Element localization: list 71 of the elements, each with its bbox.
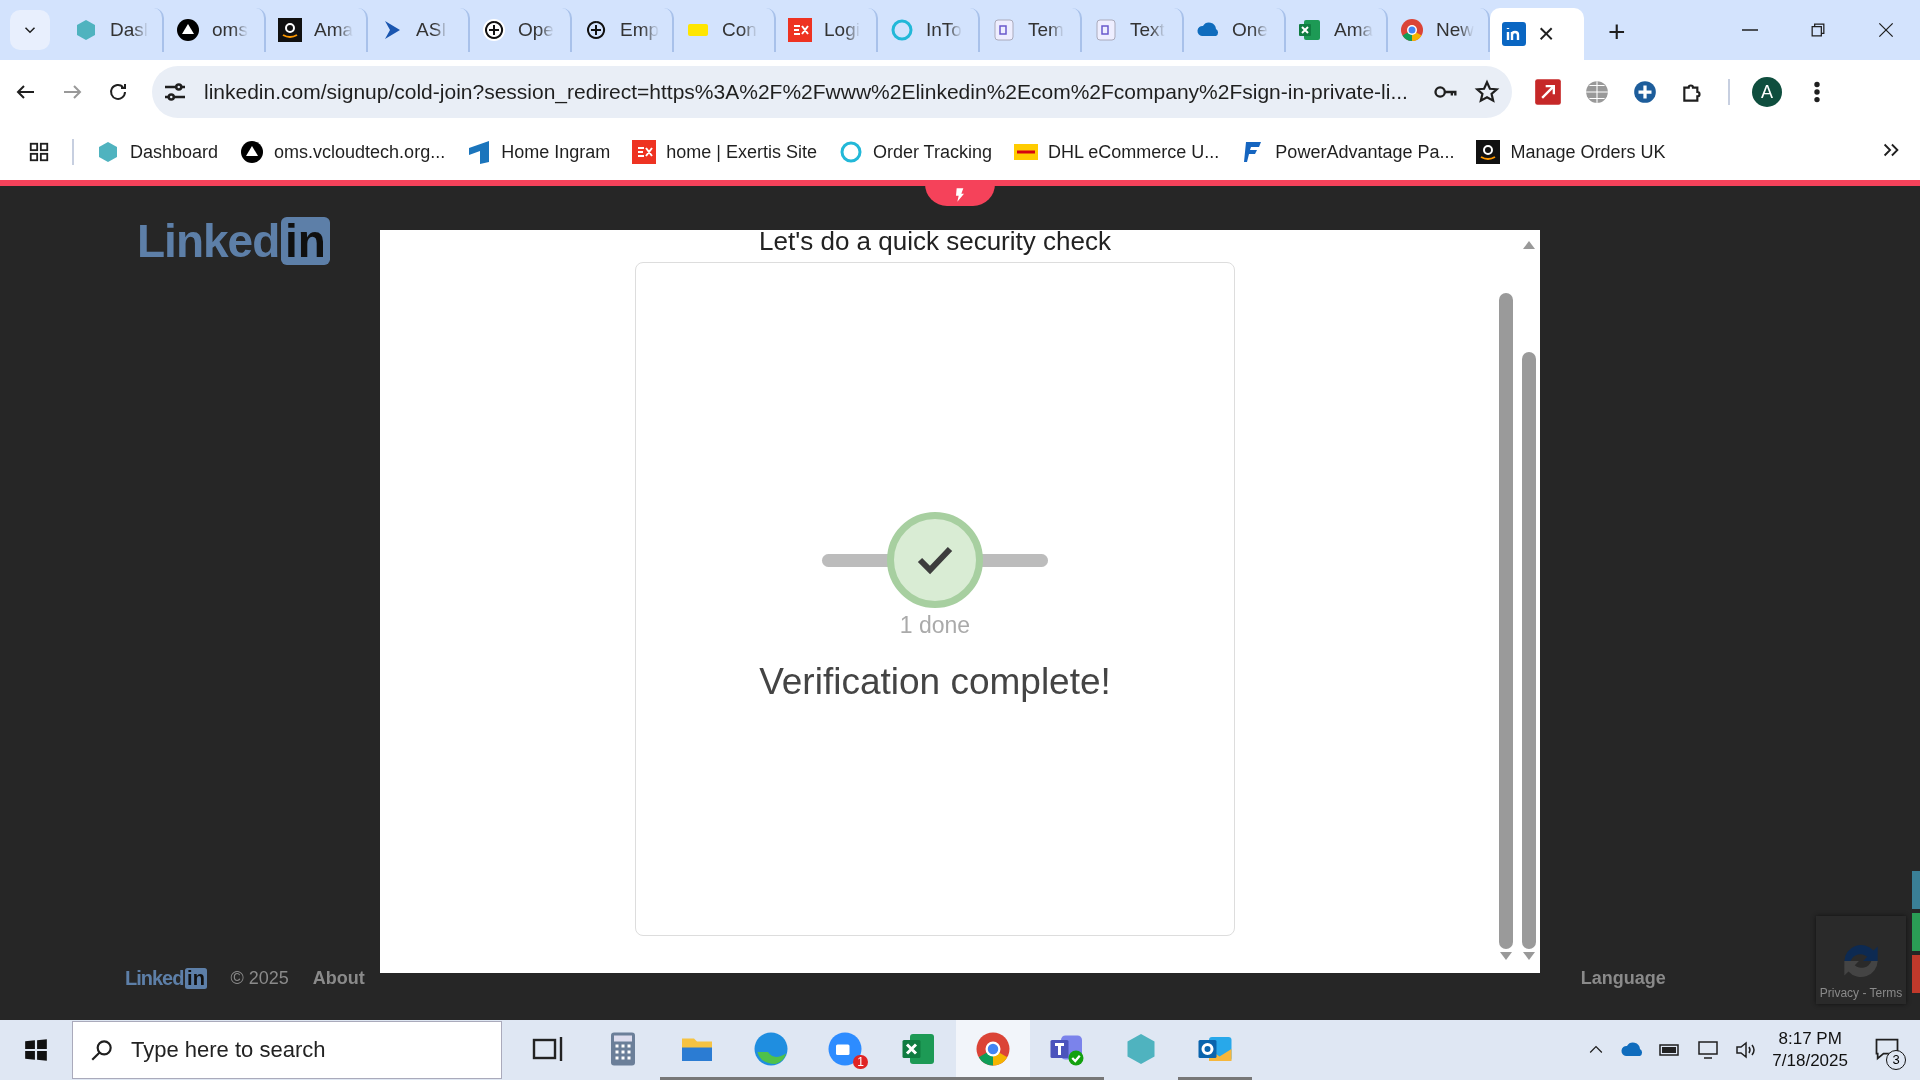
clock-date: 7/18/2025 [1772, 1051, 1848, 1071]
plus-circle-icon [1632, 79, 1658, 105]
logo-icon [788, 18, 812, 42]
browser-tab[interactable]: One [1184, 8, 1286, 52]
linkedin-icon [1502, 22, 1526, 46]
browser-tab[interactable]: Con [674, 8, 776, 52]
logo-badge: in [281, 216, 330, 266]
recaptcha-links[interactable]: Privacy - Terms [1819, 986, 1903, 1000]
document-icon [992, 18, 1016, 42]
notifications-button[interactable]: 3 [1862, 1025, 1912, 1075]
close-icon [1876, 20, 1896, 40]
network-icon [1696, 1038, 1721, 1062]
scrollbar-thumb[interactable] [1498, 293, 1513, 949]
hexagon-icon [96, 140, 120, 164]
browser-icon [753, 1030, 789, 1067]
browser-tab[interactable]: ASI [368, 8, 470, 52]
spreadsheet-icon [1298, 18, 1322, 42]
browser-tab[interactable]: Ama [1286, 8, 1388, 52]
profile-avatar[interactable]: A [1752, 77, 1782, 107]
language-selector[interactable]: Language [1580, 968, 1666, 989]
footer-link[interactable]: © 2025 [230, 968, 289, 989]
new-tab-button[interactable]: + [1602, 14, 1632, 50]
logo-icon [632, 140, 657, 164]
browser-icon [975, 1030, 1011, 1067]
browser-tab[interactable]: Ama [266, 8, 368, 52]
browser-tab[interactable]: Text [1082, 8, 1184, 52]
taskbar-clock[interactable]: 8:17 PM 7/18/2025 [1772, 1029, 1848, 1071]
browser-icon [1400, 18, 1424, 42]
taskbar-search-field[interactable]: Type here to search [129, 1022, 501, 1078]
browser-tab[interactable]: Emp [572, 8, 674, 52]
browser-tab[interactable]: Logi [776, 8, 878, 52]
bookmark[interactable]: Manage Orders UK [1476, 140, 1666, 164]
bookmark[interactable]: home | Exertis Site [632, 140, 817, 164]
video-icon [827, 1030, 863, 1067]
address-bar[interactable]: linkedin.com/signup/cold-join?session_redirect=https%3A%2F%2Fwww%2Elinkedin%2Ecom%2Fcompany%2Fsign-in-private-li... [152, 66, 1512, 118]
hexagon-icon [74, 18, 98, 42]
taskbar-app[interactable]: 1 [808, 1020, 882, 1080]
windows-icon [23, 1037, 49, 1063]
browser-tab[interactable]: × [1490, 8, 1584, 60]
search-icon [89, 1037, 115, 1063]
minimize-icon [1742, 29, 1758, 31]
clock-time: 8:17 PM [1778, 1029, 1842, 1049]
browser-tab[interactable]: oms [164, 8, 266, 52]
ring-icon [890, 18, 914, 42]
logo-wordmark: Linked [137, 214, 280, 268]
apps-grid-icon[interactable] [28, 141, 50, 163]
bookmark[interactable]: DHL eCommerce U... [1014, 140, 1220, 164]
scrollbar-thumb[interactable] [1521, 352, 1536, 949]
progress-caption: 1 done [899, 612, 971, 639]
bookmark[interactable]: PowerAdvantage Pa... [1241, 140, 1455, 164]
flag-icon [467, 140, 492, 164]
star-icon [1474, 79, 1500, 105]
browser-tab[interactable]: Ope [470, 8, 572, 52]
footer-link[interactable]: About [312, 968, 365, 989]
ring-icon [838, 140, 863, 164]
bookmark[interactable]: Dashboard [96, 140, 219, 164]
notification-badge: 1 [853, 1055, 868, 1069]
logo-badge: in [185, 968, 207, 989]
browser-tab[interactable]: Dasl [62, 8, 164, 52]
bookmark[interactable]: Order Tracking [838, 140, 992, 164]
browser-tab[interactable]: InTo [878, 8, 980, 52]
verification-message: Verification complete! [759, 661, 1111, 703]
bookmark[interactable]: oms.vcloudtech.org... [240, 140, 446, 164]
globe-icon [1584, 79, 1610, 105]
browser-tab[interactable]: Tem [980, 8, 1082, 52]
logo-wordmark: Linked [125, 967, 184, 990]
document-icon [1094, 18, 1118, 42]
dialog-heading: Let's do a quick security check [759, 226, 1111, 256]
bookmark[interactable]: Home Ingram [467, 140, 611, 164]
taskbar-search-box[interactable]: Type here to search [72, 1021, 502, 1079]
close-tab-button[interactable]: × [1538, 20, 1555, 48]
